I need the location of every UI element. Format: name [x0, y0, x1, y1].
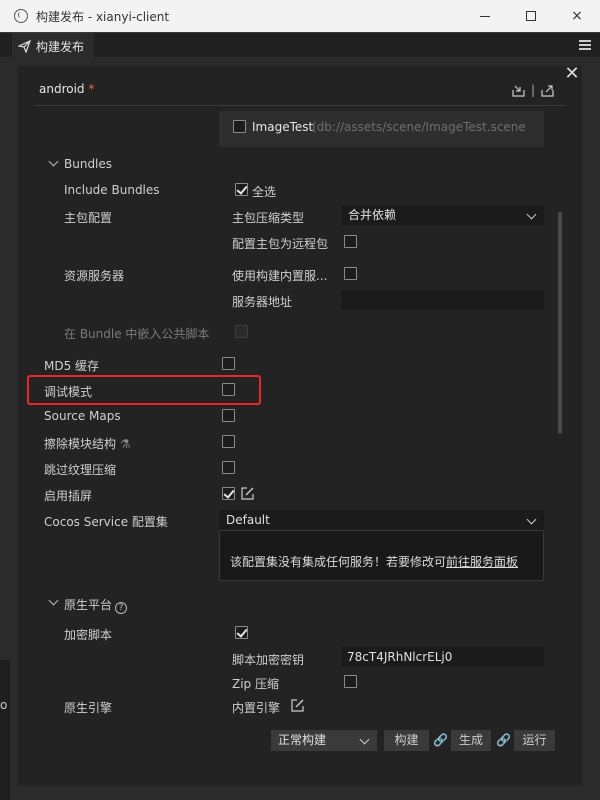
chevron-down-icon	[526, 514, 537, 525]
background-window-edge: o	[0, 660, 10, 800]
server-address-input[interactable]	[341, 290, 544, 310]
scene-checkbox[interactable]	[233, 120, 246, 133]
zip-checkbox[interactable]	[344, 675, 357, 688]
close-icon: ×	[571, 8, 583, 24]
maximize-icon	[526, 11, 536, 21]
run-button[interactable]: 运行	[514, 730, 555, 751]
server-address-label: 服务器地址	[232, 295, 293, 309]
debug-mode-checkbox[interactable]	[222, 383, 235, 396]
header-actions: |	[512, 83, 554, 97]
compress-type-label: 主包压缩类型	[232, 211, 305, 225]
window-controls: ×	[462, 0, 600, 32]
bundles-section-label[interactable]: Bundles	[64, 157, 112, 171]
skip-texture-label: 跳过纹理压缩	[44, 463, 117, 477]
cocos-service-label: Cocos Service 配置集	[44, 515, 168, 529]
edit-icon[interactable]	[291, 699, 304, 712]
flask-icon: ⚗	[119, 437, 131, 451]
encrypt-script-label: 加密脚本	[64, 628, 113, 642]
platform-name: android	[39, 82, 85, 96]
panel-close-button[interactable]: ✕	[564, 65, 580, 83]
build-mode-select[interactable]: 正常构建	[271, 730, 377, 751]
include-bundles-label: Include Bundles	[64, 183, 160, 197]
link-icon: 🔗	[433, 733, 448, 747]
tab-bar: 构建发布	[0, 32, 600, 58]
maximize-button[interactable]	[508, 0, 554, 32]
paper-plane-icon	[18, 40, 31, 53]
cocos-service-select[interactable]: Default	[219, 510, 544, 530]
encrypt-key-label: 脚本加密密钥	[232, 653, 305, 667]
info-message: 该配置集没有集成任何服务！若要修改可	[230, 555, 447, 569]
import-icon[interactable]	[512, 84, 525, 97]
link-icon: 🔗	[496, 733, 511, 747]
chevron-down-icon	[526, 209, 537, 220]
cocos-service-value: Default	[226, 513, 270, 527]
minimize-icon	[480, 15, 490, 17]
splash-label: 启用插屏	[44, 489, 93, 503]
make-button[interactable]: 生成	[451, 730, 491, 751]
minimize-button[interactable]	[462, 0, 508, 32]
native-engine-label: 原生引擎	[64, 701, 113, 715]
build-mode-value: 正常构建	[278, 733, 327, 747]
source-maps-checkbox[interactable]	[222, 409, 235, 422]
main-config-label: 主包配置	[64, 211, 113, 225]
remote-main-label: 配置主包为远程包	[232, 237, 329, 251]
erase-modules-checkbox[interactable]	[222, 435, 235, 448]
encrypt-key-input[interactable]: 78cT4JRhNlcrELj0	[341, 647, 544, 667]
asset-server-label: 资源服务器	[64, 269, 125, 283]
erase-modules-text: 擦除模块结构	[44, 437, 117, 451]
tab-label: 构建发布	[36, 40, 85, 54]
include-bundles-checkbox[interactable]	[235, 183, 248, 196]
source-maps-label: Source Maps	[44, 409, 121, 423]
window-title: 构建发布 - xianyi-client	[36, 9, 170, 24]
splash-checkbox[interactable]	[222, 487, 235, 500]
embed-common-script-checkbox[interactable]	[235, 325, 248, 338]
scene-path: (db://assets/scene/ImageTest.scene	[312, 120, 526, 134]
service-panel-link[interactable]: 前往服务面板	[446, 555, 518, 569]
help-icon[interactable]: ?	[115, 602, 128, 614]
encrypt-script-checkbox[interactable]	[235, 626, 248, 639]
erase-modules-label: 擦除模块结构 ⚗	[44, 435, 131, 452]
skip-texture-checkbox[interactable]	[222, 461, 235, 474]
build-button[interactable]: 构建	[384, 730, 429, 751]
build-panel	[18, 66, 582, 786]
window-close-button[interactable]: ×	[554, 0, 600, 32]
export-icon[interactable]	[541, 84, 554, 97]
embed-common-script-label: 在 Bundle 中嵌入公共脚本	[64, 327, 210, 341]
scene-name: ImageTest	[252, 120, 314, 134]
use-builtin-server-label: 使用构建内置服...	[232, 269, 328, 283]
edit-icon[interactable]	[241, 487, 254, 500]
background-text: o	[0, 698, 8, 712]
md5-cache-checkbox[interactable]	[222, 357, 235, 370]
native-section-label[interactable]: 原生平台?	[64, 596, 128, 614]
scrollbar[interactable]	[558, 212, 562, 434]
app-icon	[14, 9, 28, 23]
service-info-box: 该配置集没有集成任何服务！若要修改可前往服务面板	[219, 530, 544, 581]
platform-title: android *	[39, 82, 94, 96]
platform-header: android * |	[34, 78, 566, 106]
include-bundles-value: 全选	[252, 185, 277, 199]
window-titlebar: 构建发布 - xianyi-client ×	[0, 0, 600, 32]
compress-type-value: 合并依赖	[348, 208, 397, 222]
menu-icon[interactable]	[579, 40, 591, 52]
header-divider: |	[530, 83, 535, 97]
chevron-down-icon	[359, 734, 370, 745]
tab-build[interactable]: 构建发布	[12, 33, 95, 58]
md5-cache-label: MD5 缓存	[44, 359, 100, 373]
use-builtin-server-checkbox[interactable]	[344, 267, 357, 280]
remote-main-checkbox[interactable]	[344, 235, 357, 248]
native-engine-value: 内置引擎	[232, 701, 281, 715]
service-info-text: 该配置集没有集成任何服务！若要修改可前往服务面板	[230, 553, 518, 570]
zip-label: Zip 压缩	[232, 677, 279, 691]
debug-mode-label: 调试模式	[44, 385, 93, 399]
native-section-text: 原生平台	[64, 598, 113, 612]
unsaved-mark: *	[88, 82, 95, 96]
compress-type-select[interactable]: 合并依赖	[341, 205, 544, 225]
